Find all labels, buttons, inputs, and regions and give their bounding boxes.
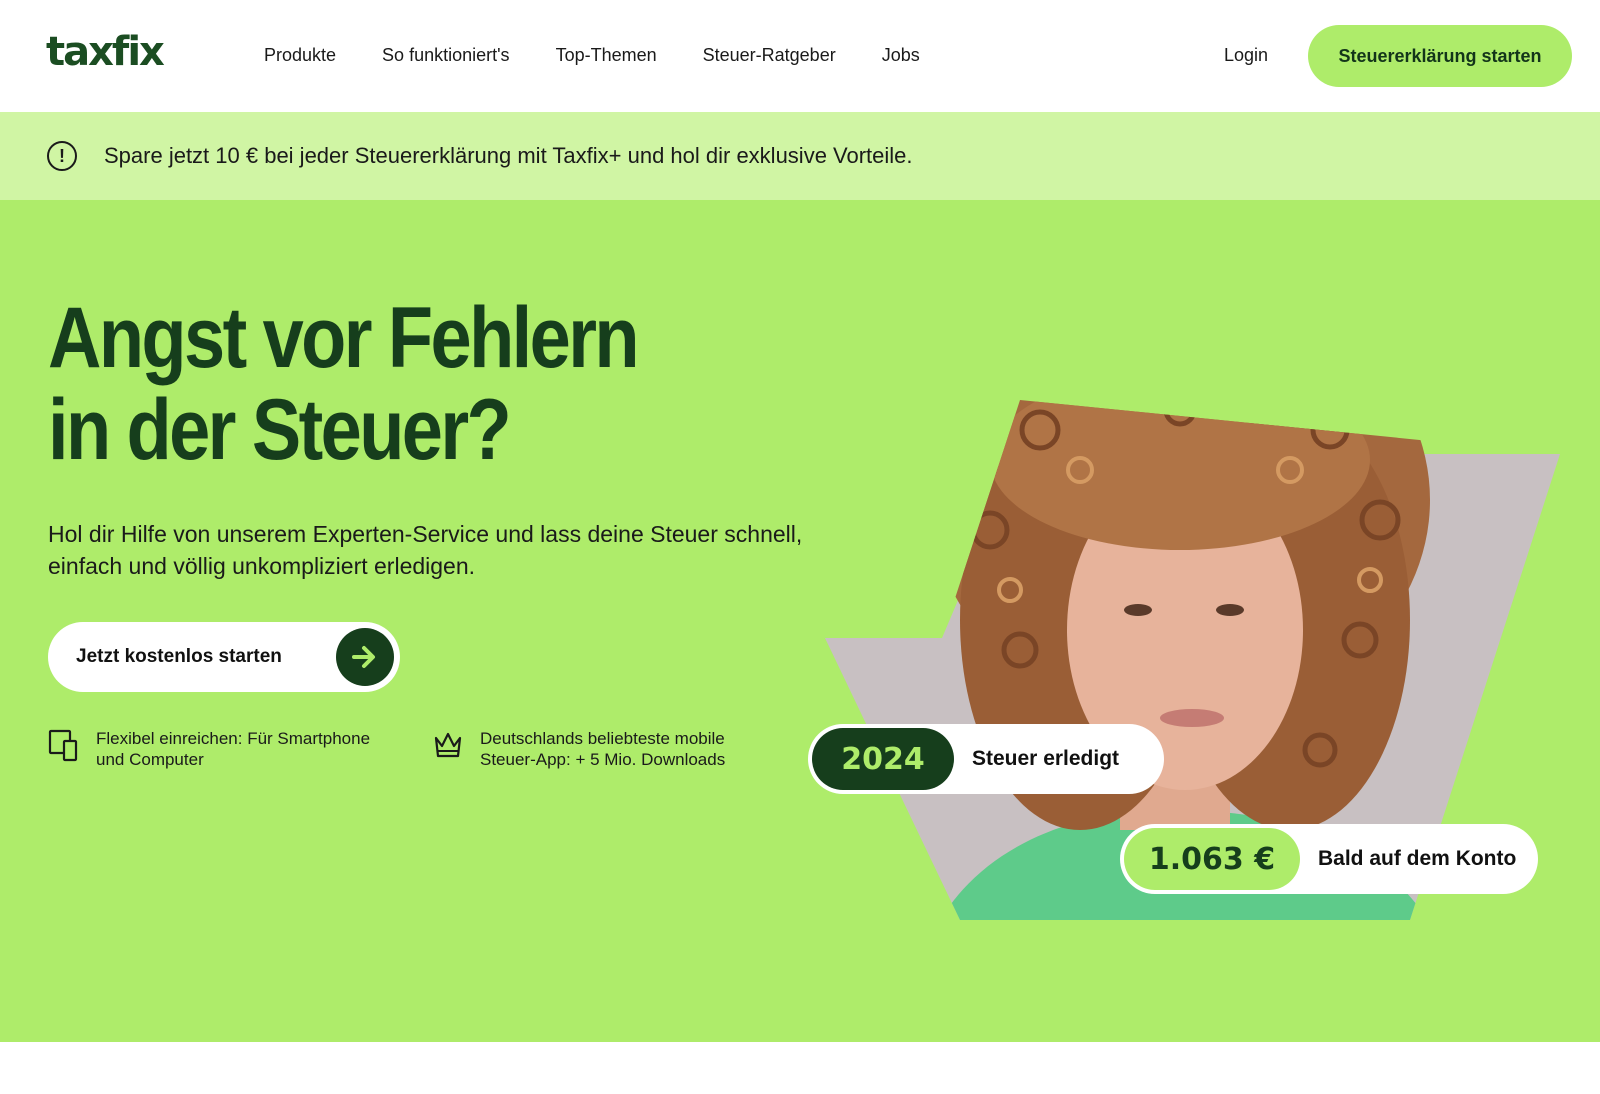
start-free-button[interactable]: Jetzt kostenlos starten (48, 622, 400, 692)
feature-downloads: Deutschlands beliebteste mobile Steuer-A… (432, 728, 780, 770)
feature-downloads-text: Deutschlands beliebteste mobile Steuer-A… (480, 729, 726, 769)
start-tax-return-button[interactable]: Steuererklärung starten (1308, 25, 1572, 87)
crown-icon (432, 728, 464, 762)
info-exclamation-icon: ! (47, 141, 77, 171)
feature-devices-text: Flexibel einreichen: Für Smartphone und … (96, 729, 371, 769)
page-below-hero (0, 1042, 1600, 1094)
hero-headline-line2: in der Steuer? (48, 382, 512, 478)
hero-headline: Angst vor Fehlern in der Steuer? (48, 290, 640, 478)
hero-section: Angst vor Fehlern in der Steuer? Hol dir… (0, 200, 1600, 1042)
nav-item-top-themen[interactable]: Top-Themen (556, 43, 657, 67)
start-free-button-label: Jetzt kostenlos starten (76, 646, 282, 667)
badge-year-label: Steuer erledigt (972, 747, 1120, 770)
badge-year: 2024 (812, 728, 954, 790)
badge-amount-label: Bald auf dem Konto (1318, 847, 1517, 870)
nav-item-produkte[interactable]: Produkte (264, 43, 336, 67)
feature-devices: Flexibel einreichen: Für Smartphone und … (48, 728, 396, 770)
taxfix-logo[interactable]: taxfix (46, 30, 165, 74)
nav-item-so-funktionierts[interactable]: So funktioniert's (382, 43, 510, 67)
hero-visual: 2024 Steuer erledigt 1.063 € Bald auf de… (808, 290, 1580, 940)
nav-item-jobs[interactable]: Jobs (882, 43, 920, 67)
promo-banner: ! Spare jetzt 10 € bei jeder Steuererklä… (0, 112, 1600, 200)
login-link[interactable]: Login (1224, 43, 1268, 67)
hero-subtitle: Hol dir Hilfe von unserem Experten-Servi… (48, 521, 803, 579)
site-header: taxfix Produkte So funktioniert's Top-Th… (0, 0, 1600, 112)
promo-banner-text: Spare jetzt 10 € bei jeder Steuererkläru… (104, 143, 913, 168)
badge-refund: 1.063 € Bald auf dem Konto (1120, 824, 1538, 894)
hero-headline-line1: Angst vor Fehlern (48, 290, 640, 386)
devices-icon (48, 728, 80, 762)
arrow-right-icon (336, 628, 394, 686)
main-nav: Produkte So funktioniert's Top-Themen St… (264, 43, 966, 67)
nav-item-steuer-ratgeber[interactable]: Steuer-Ratgeber (703, 43, 836, 67)
badge-tax-done: 2024 Steuer erledigt (808, 724, 1164, 794)
badge-amount: 1.063 € (1124, 828, 1300, 890)
